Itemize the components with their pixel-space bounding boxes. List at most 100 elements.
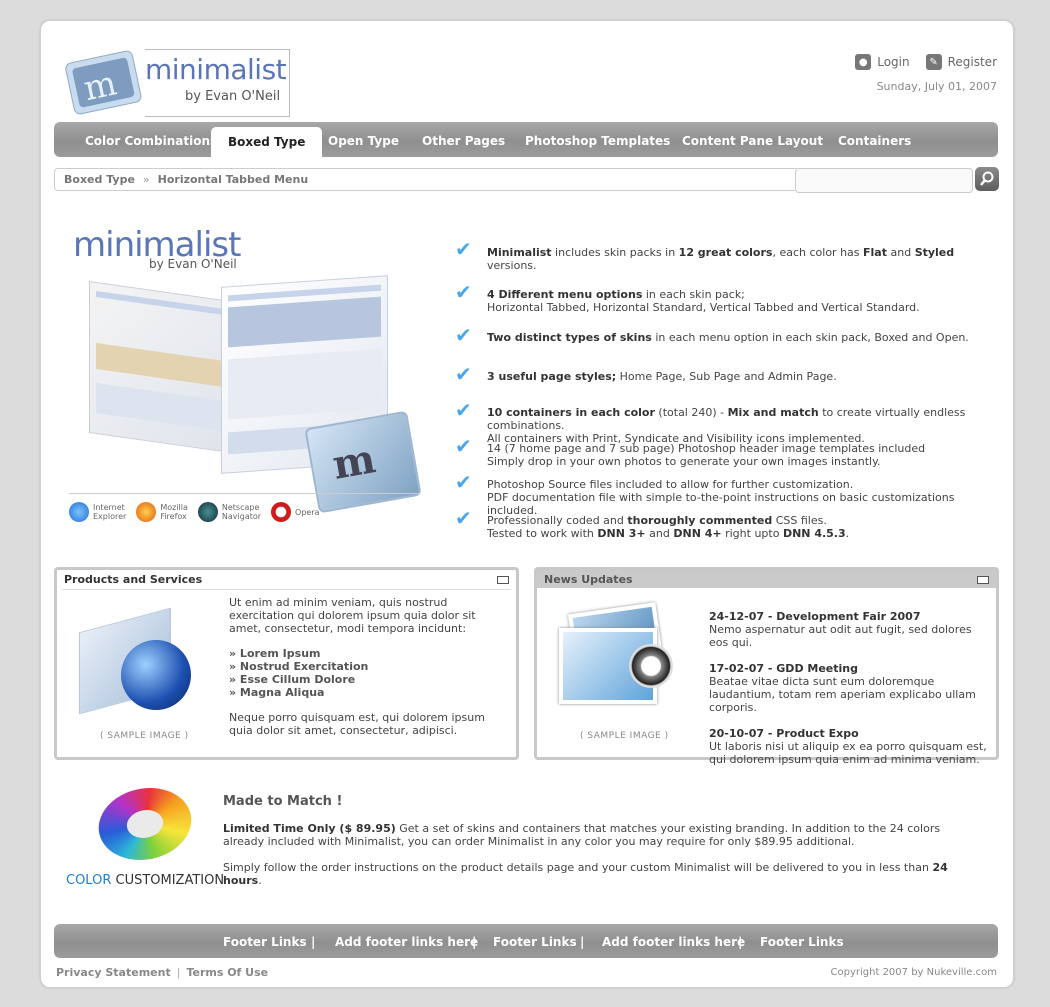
checkmark-icon: ✔ <box>455 362 472 386</box>
checkmark-icon: ✔ <box>455 434 472 458</box>
netscape-icon <box>197 502 218 522</box>
feature-item: ✔ Minimalist includes skin packs in 12 g… <box>455 237 955 272</box>
checkmark-icon: ✔ <box>455 280 472 304</box>
cc-label-color: COLOR <box>66 873 112 888</box>
browser-firefox: Mozilla Firefox <box>136 502 188 522</box>
legal-separator: | <box>176 966 181 979</box>
browser-ie-name-2: Explorer <box>93 512 127 521</box>
footer-link[interactable]: Add footer links here <box>602 924 745 960</box>
legal-links: Privacy Statement | Terms Of Use <box>56 966 268 979</box>
footer-separator: | <box>738 935 743 949</box>
product-link[interactable]: » Magna Aliqua <box>229 686 324 699</box>
skin-screenshot-admin <box>89 281 231 453</box>
browser-compatibility: Internet Explorer Mozilla Firefox Netscape… <box>69 493 419 522</box>
register-link[interactable]: Register <box>948 55 997 69</box>
news-headline[interactable]: 24-12-07 - Development Fair 2007 <box>709 610 920 623</box>
made-to-match-text: Limited Time Only ($ 89.95) Get a set of… <box>223 822 968 887</box>
news-item: 17-02-07 - GDD Meeting Beatae vitae dict… <box>709 662 989 714</box>
nav-item-containers[interactable]: Containers <box>838 122 911 157</box>
terms-of-use-link[interactable]: Terms Of Use <box>186 966 268 979</box>
made-to-match-title: Made to Match ! <box>223 794 343 809</box>
privacy-statement-link[interactable]: Privacy Statement <box>56 966 171 979</box>
panel-title: Products and Services <box>64 573 203 586</box>
news-body: Nemo aspernatur aut odit aut fugit, sed … <box>709 623 972 649</box>
logo-wordmark: minimalist <box>145 53 287 86</box>
products-text: Ut enim ad minim veniam, quis nostrud ex… <box>229 596 504 737</box>
search-button[interactable] <box>975 167 999 191</box>
color-customization-label: COLOR CUSTOMIZATION <box>66 873 224 888</box>
firefox-icon <box>136 502 157 522</box>
news-list: 24-12-07 - Development Fair 2007 Nemo as… <box>709 610 989 766</box>
breadcrumb-root[interactable]: Boxed Type <box>64 173 135 186</box>
feature-list: ✔ Minimalist includes skin packs in 12 g… <box>455 239 995 544</box>
browser-opera-name: Opera <box>295 507 320 517</box>
feature-item: ✔ Professionally coded and thoroughly co… <box>455 506 850 540</box>
browser-netscape: Netscape Navigator <box>197 502 262 522</box>
footer-separator: | <box>472 935 477 949</box>
footer-separator: | <box>580 935 585 949</box>
feature-item: ✔ 10 containers in each color (total 240… <box>455 398 966 445</box>
browser-netscape-name-1: Netscape <box>221 503 260 512</box>
feature-item: ✔ 4 Different menu options in each skin … <box>455 280 920 314</box>
minimize-button[interactable] <box>977 576 989 584</box>
checkmark-icon: ✔ <box>455 398 472 422</box>
page-container: m minimalist by Evan O'Neil ● Login ✎ Re… <box>40 20 1014 988</box>
breadcrumb: Boxed Type » Horizontal Tabbed Menu <box>54 168 799 191</box>
footer-link[interactable]: Add footer links here <box>335 924 478 960</box>
logo-m-icon: m <box>65 50 142 115</box>
opera-icon <box>271 502 292 522</box>
news-item: 20-10-07 - Product Expo Ut laboris nisi … <box>709 727 989 766</box>
search-icon <box>980 171 994 186</box>
globe-icon <box>121 640 191 710</box>
minimize-button[interactable] <box>497 576 509 584</box>
news-body: Ut laboris nisi ut aliquip ex ea porro q… <box>709 740 987 766</box>
checkmark-icon: ✔ <box>455 470 472 494</box>
checkmark-icon: ✔ <box>455 237 472 261</box>
hero-logo-byline: by Evan O'Neil <box>149 257 237 271</box>
products-outro: Neque porro quisquam est, qui dolorem ip… <box>229 711 485 737</box>
footer-link[interactable]: Footer Links <box>223 924 307 960</box>
site-logo[interactable]: m minimalist by Evan O'Neil <box>61 39 291 121</box>
products-panel: Products and Services ( SAMPLE IMAGE ) U… <box>54 567 519 760</box>
panel-title: News Updates <box>544 573 633 586</box>
nav-item-content-pane-layout[interactable]: Content Pane Layout <box>682 122 823 157</box>
footer-link[interactable]: Footer Links <box>493 924 577 960</box>
checkmark-icon: ✔ <box>455 323 472 347</box>
nav-item-open-type[interactable]: Open Type <box>328 122 399 157</box>
copyright: Copyright 2007 by Nukeville.com <box>830 967 997 978</box>
account-links: ● Login ✎ Register <box>855 54 997 70</box>
news-headline[interactable]: 20-10-07 - Product Expo <box>709 727 859 740</box>
breadcrumb-current[interactable]: Horizontal Tabbed Menu <box>158 173 309 186</box>
news-item: 24-12-07 - Development Fair 2007 Nemo as… <box>709 610 989 649</box>
nav-item-color-combinations[interactable]: Color Combinations <box>85 122 217 157</box>
sample-image-caption: ( SAMPLE IMAGE ) <box>100 731 189 741</box>
browser-ie-name-1: Internet <box>93 503 125 512</box>
cc-label-rest: CUSTOMIZATION <box>111 873 225 888</box>
product-link[interactable]: » Lorem Ipsum <box>229 647 321 660</box>
current-date: Sunday, July 01, 2007 <box>876 80 997 93</box>
pencil-icon: ✎ <box>925 54 942 70</box>
news-headline[interactable]: 17-02-07 - GDD Meeting <box>709 662 858 675</box>
panel-divider <box>62 589 511 590</box>
news-body: Beatae vitae dicta sunt eum doloremque l… <box>709 675 976 714</box>
product-link[interactable]: » Esse Cillum Dolore <box>229 673 355 686</box>
feature-item: ✔ Photoshop Source files included to all… <box>455 470 955 517</box>
products-intro: Ut enim ad minim veniam, quis nostrud ex… <box>229 596 476 635</box>
product-link[interactable]: » Nostrud Exercitation <box>229 660 368 673</box>
nav-item-boxed-type[interactable]: Boxed Type <box>211 127 323 158</box>
main-nav: Color Combinations Boxed Type Open Type … <box>54 122 998 158</box>
browser-netscape-name-2: Navigator <box>221 512 262 521</box>
search-input[interactable] <box>795 168 973 193</box>
logo-byline: by Evan O'Neil <box>185 89 281 104</box>
delivery-text: Simply follow the order instructions on … <box>223 861 933 874</box>
footer-separator: | <box>311 935 316 949</box>
login-link[interactable]: Login <box>877 55 909 69</box>
footer-link[interactable]: Footer Links <box>760 924 844 960</box>
browser-opera: Opera <box>271 502 320 522</box>
limited-offer: Limited Time Only ($ 89.95) <box>223 822 396 835</box>
checkmark-icon: ✔ <box>455 506 472 530</box>
sample-image-caption: ( SAMPLE IMAGE ) <box>580 731 669 741</box>
nav-item-photoshop-templates[interactable]: Photoshop Templates <box>525 122 670 157</box>
nav-item-other-pages[interactable]: Other Pages <box>422 122 505 157</box>
breadcrumb-separator: » <box>142 173 150 186</box>
